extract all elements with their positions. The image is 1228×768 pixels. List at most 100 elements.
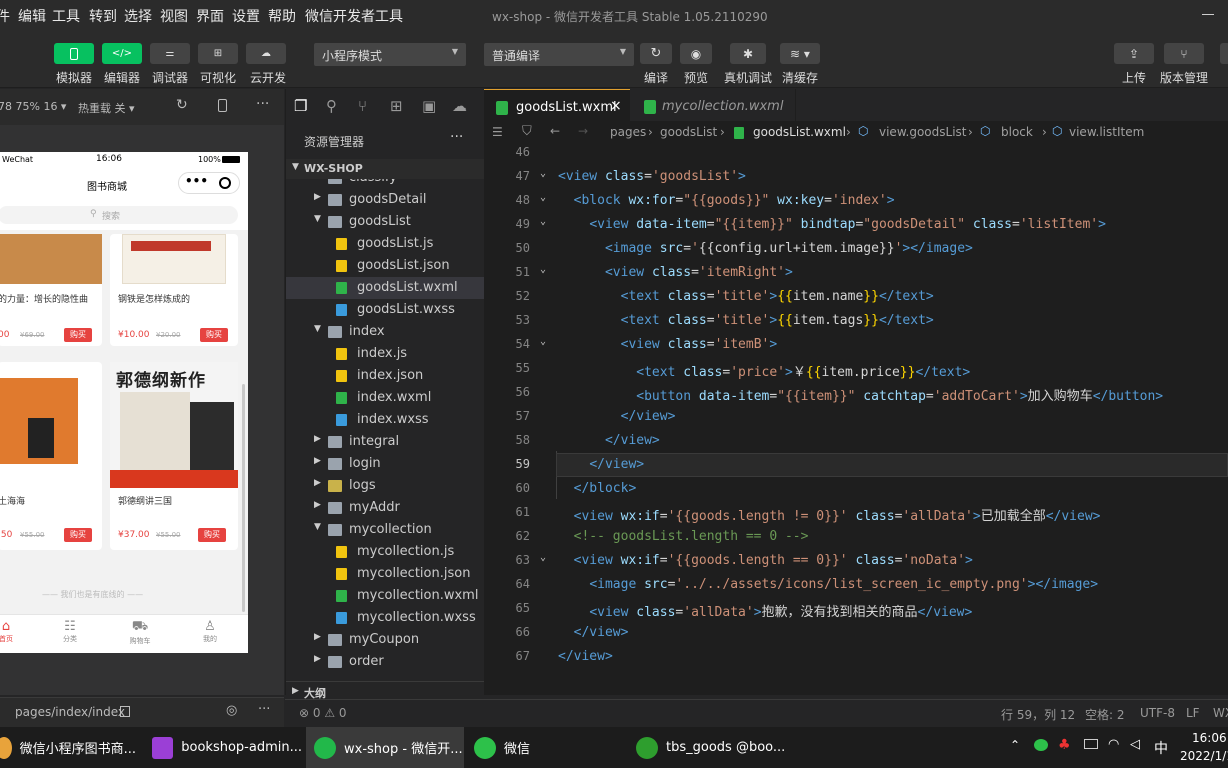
device-info-select[interactable]: 78 75% 16 ▾ xyxy=(0,100,66,113)
menu-help[interactable]: 帮助 xyxy=(268,6,296,26)
tab-mycollection-wxml[interactable]: mycollection.wxml xyxy=(630,89,796,125)
buy-button[interactable]: 购买 xyxy=(198,528,226,542)
clock-date[interactable]: 2022/1/1 xyxy=(1180,749,1228,763)
tab-goodslist-wxml[interactable]: goodsList.wxml × xyxy=(484,89,630,125)
fold-chevron-icon[interactable]: ⌄ xyxy=(540,264,546,275)
wifi-icon[interactable]: ◠ xyxy=(1108,737,1119,752)
code-line[interactable]: 60 </block> xyxy=(484,477,1228,501)
capsule-button[interactable]: ••• xyxy=(178,172,240,194)
taskbar-item-wechat[interactable]: 微信 xyxy=(474,727,554,768)
menu-select[interactable]: 选择 xyxy=(124,6,152,26)
copy-icon[interactable] xyxy=(120,706,130,717)
hot-reload-select[interactable]: 热重载 关 ▾ xyxy=(78,100,135,116)
tray-app-icon[interactable]: ♣ xyxy=(1058,737,1071,753)
cloud-toggle-button[interactable]: ☁ xyxy=(246,43,286,64)
source-control-icon[interactable]: ⑂ xyxy=(358,97,367,115)
taskbar-item-wx-devtools[interactable]: wx-shop - 微信开... xyxy=(306,727,464,768)
version-button[interactable]: ⑂ xyxy=(1164,43,1204,64)
tree-file[interactable]: index.wxss xyxy=(286,409,484,431)
close-icon[interactable]: × xyxy=(610,98,622,114)
encoding[interactable]: UTF-8 xyxy=(1140,706,1175,720)
list-icon[interactable]: ☰ xyxy=(492,125,503,139)
battery-icon[interactable] xyxy=(1084,739,1098,749)
ime-indicator[interactable]: 中 xyxy=(1154,738,1168,758)
language-mode[interactable]: WX xyxy=(1213,706,1228,720)
device-debug-button[interactable]: ✱ xyxy=(730,43,766,64)
code-line[interactable]: 63 ⌄ <view wx:if='{{goods.length == 0}}' … xyxy=(484,549,1228,573)
fold-chevron-icon[interactable]: ⌄ xyxy=(540,552,546,563)
menu-file[interactable]: 件 xyxy=(0,6,10,26)
upload-button[interactable]: ⇪ xyxy=(1114,43,1154,64)
chevron-up-icon[interactable]: ⌃ xyxy=(1010,738,1020,752)
more-icon[interactable]: ··· xyxy=(258,702,270,717)
tree-folder[interactable]: ▼ index xyxy=(286,321,484,343)
more-icon[interactable]: ••• xyxy=(185,174,208,188)
fold-chevron-icon[interactable]: ⌄ xyxy=(540,192,546,203)
fold-chevron-icon[interactable]: ⌄ xyxy=(540,168,546,179)
code-editor[interactable]: 46 47 ⌄ <view class='goodsList'> 48 ⌄ <block … xyxy=(484,145,1228,695)
search-icon[interactable]: ⚲ xyxy=(326,97,337,115)
menu-devtools[interactable]: 微信开发者工具 xyxy=(305,6,403,26)
code-line[interactable]: 56 <button data-item="{{item}}" catchtap… xyxy=(484,381,1228,405)
menu-settings[interactable]: 设置 xyxy=(232,6,260,26)
menu-interface[interactable]: 界面 xyxy=(196,6,224,26)
breadcrumb-item[interactable]: block xyxy=(1001,125,1033,139)
code-line[interactable]: 59 </view> xyxy=(484,453,1228,477)
tab-me[interactable]: ♙ 我的 xyxy=(198,619,222,644)
code-line[interactable]: 52 <text class='title'>{{item.name}}</te… xyxy=(484,285,1228,309)
preview-button[interactable]: ◉ xyxy=(680,43,712,64)
refresh-icon[interactable]: ↻ xyxy=(176,97,188,113)
visual-toggle-button[interactable]: ⊞ xyxy=(198,43,238,64)
product-card[interactable]: 钢铁是怎样炼成的 ¥10.00 ¥20.00 购买 xyxy=(110,234,238,346)
mode-select[interactable]: 小程序模式 ▼ xyxy=(314,43,466,66)
bookmark-icon[interactable]: ⛉ xyxy=(522,124,532,139)
tree-file[interactable]: mycollection.json xyxy=(286,563,484,585)
tree-file[interactable]: goodsList.js xyxy=(286,233,484,255)
product-card[interactable]: 的力量：增长的隐性曲 00 ¥69.00 购买 xyxy=(0,234,102,346)
taskbar-item-chrome[interactable]: 微信小程序图书商... xyxy=(0,727,136,768)
compile-button[interactable]: ↻ xyxy=(640,43,672,64)
taskbar-item-navicat[interactable]: tbs_goods @boo... xyxy=(636,727,786,768)
back-arrow-icon[interactable]: ← xyxy=(550,124,560,138)
code-line[interactable]: 47 ⌄ <view class='goodsList'> xyxy=(484,165,1228,189)
phone-icon[interactable] xyxy=(218,99,227,112)
buy-button[interactable]: 购买 xyxy=(64,328,92,342)
clock-time[interactable]: 16:06 xyxy=(1192,731,1227,745)
code-line[interactable]: 65 <view class='allData'>抱歉，没有找到相关的商品</v… xyxy=(484,597,1228,621)
problems-indicator[interactable]: ⊗ 0 ⚠ 0 xyxy=(299,706,347,720)
code-line[interactable]: 50 <image src='{{config.url+item.image}}… xyxy=(484,237,1228,261)
menu-tools[interactable]: 工具 xyxy=(52,6,80,26)
tree-folder[interactable]: ▶ classify xyxy=(286,179,484,189)
indentation[interactable]: 空格: 2 xyxy=(1085,706,1125,723)
tree-file[interactable]: goodsList.json xyxy=(286,255,484,277)
tree-folder[interactable]: ▶ myCoupon xyxy=(286,629,484,651)
code-line[interactable]: 46 xyxy=(484,141,1228,165)
tree-file[interactable]: index.wxml xyxy=(286,387,484,409)
outline-section[interactable]: ▶ 大纲 xyxy=(286,681,484,701)
tree-folder[interactable]: ▼ goodsList xyxy=(286,211,484,233)
tree-file[interactable]: index.js xyxy=(286,343,484,365)
code-line[interactable]: 64 <image src='../../assets/icons/list_s… xyxy=(484,573,1228,597)
product-card[interactable]: 土海海 .50 ¥55.00 购买 xyxy=(0,362,102,550)
tree-file[interactable]: mycollection.js xyxy=(286,541,484,563)
breadcrumb-item[interactable]: view.goodsList xyxy=(879,125,967,139)
details-button[interactable] xyxy=(1220,43,1228,64)
buy-button[interactable]: 购买 xyxy=(200,328,228,342)
buy-button[interactable]: 购买 xyxy=(64,528,92,542)
workspace-root[interactable]: ▼ WX-SHOP xyxy=(286,159,484,179)
tree-file[interactable]: index.json xyxy=(286,365,484,387)
tree-folder[interactable]: ▼ mycollection xyxy=(286,519,484,541)
menu-goto[interactable]: 转到 xyxy=(89,6,117,26)
tab-cart[interactable]: ⛟ 购物车 xyxy=(126,619,154,646)
compile-mode-select[interactable]: 普通编译 ▼ xyxy=(484,43,634,66)
tab-home[interactable]: ⌂ 首页 xyxy=(0,619,16,644)
tree-folder[interactable]: ▶ order xyxy=(286,651,484,673)
debugger-toggle-button[interactable]: ⚌ xyxy=(150,43,190,64)
tree-folder[interactable]: ▶ myAddr xyxy=(286,497,484,519)
tree-file[interactable]: goodsList.wxml xyxy=(286,277,484,299)
code-line[interactable]: 49 ⌄ <view data-item="{{item}}" bindtap="… xyxy=(484,213,1228,237)
more-icon[interactable]: ··· xyxy=(450,129,463,145)
wechat-tray-icon[interactable] xyxy=(1034,739,1048,751)
search-input[interactable]: ⚲ 搜索 xyxy=(0,206,238,224)
product-card[interactable]: 郭德纲新作 郭德纲讲三国 ¥37.00 ¥55.00 购买 xyxy=(110,362,238,550)
